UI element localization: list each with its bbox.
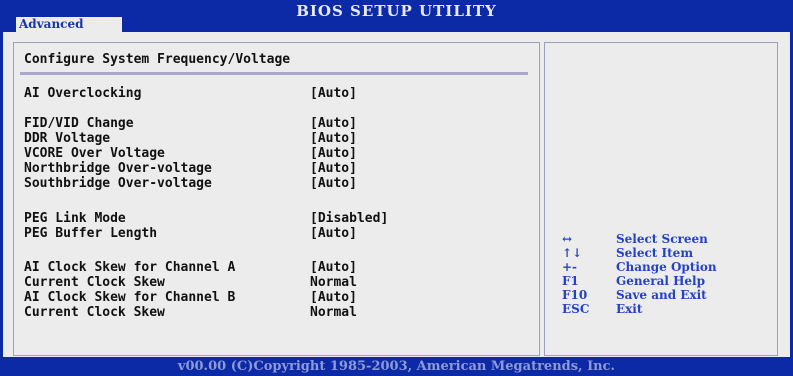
f10-key: F10 — [562, 288, 588, 302]
f1-key: F1 — [562, 274, 579, 288]
setting-value[interactable]: [Auto] — [310, 116, 357, 131]
help-desc: Change Option — [616, 260, 717, 274]
setting-label: PEG Link Mode — [24, 211, 126, 226]
setting-value: Normal — [310, 275, 357, 290]
setting-label: VCORE Over Voltage — [24, 146, 165, 161]
setting-value[interactable]: [Auto] — [310, 290, 357, 305]
copyright-footer: v00.00 (C)Copyright 1985-2003, American … — [0, 357, 793, 376]
setting-value[interactable]: [Auto] — [310, 131, 357, 146]
setting-value[interactable]: [Disabled] — [310, 211, 388, 226]
section-divider — [20, 72, 528, 75]
setting-value: Normal — [310, 305, 357, 320]
setting-label: Southbridge Over-voltage — [24, 176, 212, 191]
setting-label: FID/VID Change — [24, 116, 134, 131]
setting-label: Northbridge Over-voltage — [24, 161, 212, 176]
setting-value[interactable]: [Auto] — [310, 176, 357, 191]
left-right-arrow-icon: ↔ — [562, 232, 573, 246]
setting-label: AI Clock Skew for Channel A — [24, 260, 236, 275]
section-title: Configure System Frequency/Voltage — [24, 52, 291, 67]
setting-value[interactable]: [Auto] — [310, 86, 357, 101]
setting-label: Current Clock Skew — [24, 275, 165, 290]
setting-value[interactable]: [Auto] — [310, 161, 357, 176]
esc-key: ESC — [562, 302, 590, 316]
setting-label: AI Clock Skew for Channel B — [24, 290, 236, 305]
setting-label: AI Overclocking — [24, 86, 142, 101]
help-desc: Exit — [616, 302, 643, 316]
tab-advanced[interactable]: Advanced — [16, 17, 122, 32]
setting-value[interactable]: [Auto] — [310, 146, 357, 161]
setting-label: DDR Voltage — [24, 131, 111, 146]
help-desc: General Help — [616, 274, 705, 288]
setting-value[interactable]: [Auto] — [310, 226, 357, 241]
help-desc: Select Item — [616, 246, 694, 260]
help-desc: Select Screen — [616, 232, 708, 246]
setting-value[interactable]: [Auto] — [310, 260, 357, 275]
up-down-arrow-icon: ↑↓ — [562, 246, 583, 260]
setting-current-clock-skew-b: Current Clock Skew Normal — [24, 305, 357, 350]
plus-minus-key: +- — [562, 260, 578, 274]
setting-label: Current Clock Skew — [24, 305, 165, 320]
title-bar: BIOS SETUP UTILITY Advanced — [0, 0, 793, 32]
setting-label: PEG Buffer Length — [24, 226, 158, 241]
help-desc: Save and Exit — [616, 288, 707, 302]
